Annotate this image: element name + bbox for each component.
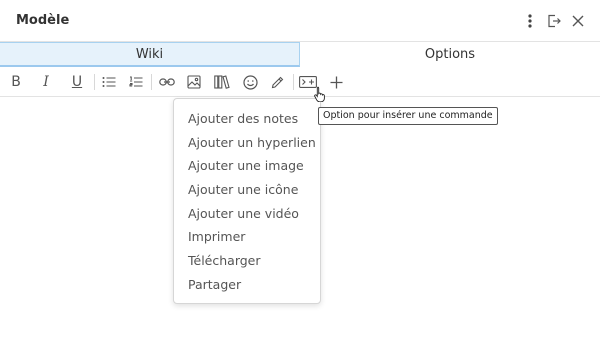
library-icon[interactable] bbox=[212, 72, 232, 92]
numbered-list-icon[interactable] bbox=[126, 72, 146, 92]
menu-item-add-icon[interactable]: Ajouter une icône bbox=[174, 178, 320, 202]
bullet-list-icon[interactable] bbox=[99, 72, 119, 92]
insert-dropdown-menu: Ajouter des notes Ajouter un hyperlien A… bbox=[173, 98, 321, 304]
exit-icon[interactable] bbox=[544, 10, 564, 32]
panel-header: Modèle bbox=[0, 0, 600, 42]
menu-item-share[interactable]: Partager bbox=[174, 273, 320, 297]
tab-bar: Wiki Options bbox=[0, 42, 600, 67]
toolbar-separator bbox=[94, 74, 95, 90]
more-vertical-icon[interactable] bbox=[520, 10, 540, 32]
underline-button[interactable]: U bbox=[67, 72, 87, 92]
link-icon[interactable] bbox=[157, 72, 177, 92]
toolbar-separator bbox=[293, 74, 294, 90]
emoji-icon[interactable] bbox=[240, 72, 260, 92]
plus-icon[interactable] bbox=[326, 72, 346, 92]
tab-options[interactable]: Options bbox=[300, 42, 600, 67]
pencil-icon[interactable] bbox=[267, 72, 287, 92]
tab-wiki[interactable]: Wiki bbox=[0, 42, 300, 67]
close-icon[interactable] bbox=[568, 10, 588, 32]
underline-label: U bbox=[71, 74, 83, 90]
italic-label: I bbox=[43, 74, 49, 90]
panel-title: Modèle bbox=[16, 13, 70, 28]
menu-item-add-video[interactable]: Ajouter une vidéo bbox=[174, 202, 320, 226]
menu-item-download[interactable]: Télécharger bbox=[174, 249, 320, 273]
menu-item-add-hyperlink[interactable]: Ajouter un hyperlien bbox=[174, 131, 320, 155]
image-icon[interactable] bbox=[184, 72, 204, 92]
command-tooltip: Option pour insérer une commande bbox=[318, 107, 498, 125]
bold-button[interactable]: B bbox=[6, 72, 26, 92]
editor-toolbar: B I U bbox=[0, 67, 600, 97]
italic-button[interactable]: I bbox=[36, 72, 56, 92]
menu-item-print[interactable]: Imprimer bbox=[174, 225, 320, 249]
bold-label: B bbox=[11, 74, 21, 90]
hand-cursor-icon bbox=[314, 86, 326, 103]
menu-item-add-image[interactable]: Ajouter une image bbox=[174, 154, 320, 178]
toolbar-separator bbox=[151, 74, 152, 90]
menu-item-add-notes[interactable]: Ajouter des notes bbox=[174, 107, 320, 131]
